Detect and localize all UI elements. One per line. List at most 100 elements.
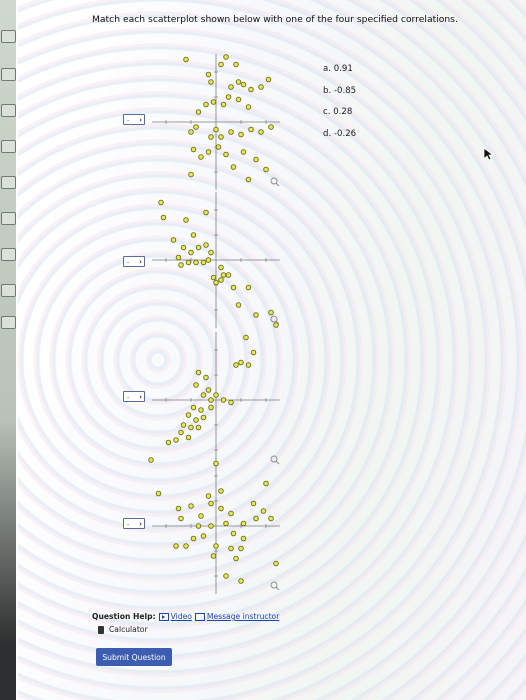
question-page: Match each scatterplot shown below with … <box>18 0 526 700</box>
data-point <box>185 434 192 441</box>
data-point <box>228 399 234 406</box>
data-point <box>243 334 249 341</box>
data-point <box>175 505 182 512</box>
data-point <box>233 362 239 368</box>
data-point <box>193 259 199 266</box>
data-point <box>200 414 207 421</box>
data-point <box>210 553 217 559</box>
calculator-link[interactable]: Calculator <box>98 625 279 634</box>
data-point <box>253 312 259 318</box>
data-point <box>260 508 267 514</box>
data-point <box>225 94 232 100</box>
video-link[interactable]: Video <box>158 612 192 621</box>
data-point <box>205 387 212 393</box>
data-point <box>210 99 217 105</box>
data-point <box>175 254 182 261</box>
data-point <box>228 510 234 517</box>
data-point <box>190 535 197 542</box>
message-instructor-label: Message instructor <box>206 612 280 621</box>
data-point <box>198 407 204 413</box>
data-point <box>263 166 269 173</box>
data-point <box>223 573 229 579</box>
data-point <box>155 490 162 497</box>
data-point <box>213 460 219 467</box>
toolbar-icon[interactable] <box>1 30 16 43</box>
data-point <box>200 259 207 266</box>
data-point <box>218 134 224 140</box>
answer-option-a: a. 0.91 <box>323 64 353 74</box>
data-point <box>250 349 257 356</box>
data-point <box>213 126 219 133</box>
data-point <box>235 302 242 308</box>
data-point <box>235 79 242 85</box>
magnifier-icon[interactable] <box>270 177 280 187</box>
data-point <box>213 392 219 398</box>
data-point <box>220 397 227 403</box>
data-point <box>208 500 214 507</box>
data-point <box>160 214 167 221</box>
answer-options: a. 0.91 b. -0.85 c. 0.28 d. -0.26 <box>323 59 356 145</box>
data-point <box>208 397 214 403</box>
data-point <box>158 199 164 206</box>
scatterplot-4 <box>152 458 280 594</box>
data-point <box>205 493 212 499</box>
toolbar-icon[interactable] <box>1 104 16 117</box>
toolbar-icon[interactable] <box>1 176 16 189</box>
magnifier-icon[interactable] <box>270 581 280 591</box>
data-point <box>205 149 212 155</box>
data-point <box>190 404 197 411</box>
toolbar-icon[interactable] <box>1 316 16 329</box>
toolbar-icon[interactable] <box>1 140 16 153</box>
data-point <box>250 500 257 507</box>
data-point <box>235 96 242 103</box>
data-point <box>173 437 179 443</box>
data-point <box>228 129 234 135</box>
data-point <box>233 61 239 68</box>
video-icon <box>158 612 169 621</box>
toolbar-icon[interactable] <box>1 248 16 261</box>
data-point <box>233 555 239 562</box>
data-point <box>268 515 274 522</box>
submit-question-button[interactable]: Submit Question <box>96 648 172 666</box>
scatterplot-1 <box>152 54 280 190</box>
data-point <box>180 422 187 428</box>
data-point <box>258 129 264 135</box>
message-instructor-link[interactable]: Message instructor <box>194 612 280 621</box>
chevron-right-icon: › <box>139 392 142 401</box>
toolbar-icon[interactable] <box>1 212 16 225</box>
toolbar-icon[interactable] <box>1 68 16 81</box>
data-point <box>208 523 214 529</box>
data-point <box>223 54 229 60</box>
question-help-label: Question Help: <box>92 612 156 621</box>
data-point <box>203 209 209 216</box>
data-point <box>265 76 272 83</box>
calculator-icon <box>98 625 104 634</box>
data-point <box>200 533 207 539</box>
answer-dropdown-2[interactable]: - › <box>123 256 145 267</box>
data-point <box>238 359 244 366</box>
answer-dropdown-4[interactable]: - › <box>123 518 145 529</box>
data-point <box>240 535 247 542</box>
data-point <box>238 578 244 584</box>
toolbar-icon[interactable] <box>1 284 16 297</box>
data-point <box>208 404 214 411</box>
data-point <box>223 151 229 158</box>
data-point <box>198 154 204 160</box>
answer-dropdown-3[interactable]: - › <box>123 391 145 402</box>
browser-side-toolbar <box>0 0 16 700</box>
data-point <box>190 146 197 153</box>
data-point <box>193 417 199 423</box>
data-point <box>223 520 229 527</box>
data-point <box>173 543 179 549</box>
data-point <box>230 530 237 537</box>
answer-option-c: c. 0.28 <box>323 107 353 117</box>
data-point <box>228 545 234 552</box>
answer-dropdown-1[interactable]: - › <box>123 114 145 125</box>
data-point <box>245 176 252 183</box>
data-point <box>208 249 214 256</box>
question-text: Match each scatterplot shown below with … <box>92 14 458 25</box>
data-point <box>240 520 247 527</box>
data-point <box>245 284 252 291</box>
data-point <box>225 272 232 278</box>
data-point <box>218 505 224 512</box>
